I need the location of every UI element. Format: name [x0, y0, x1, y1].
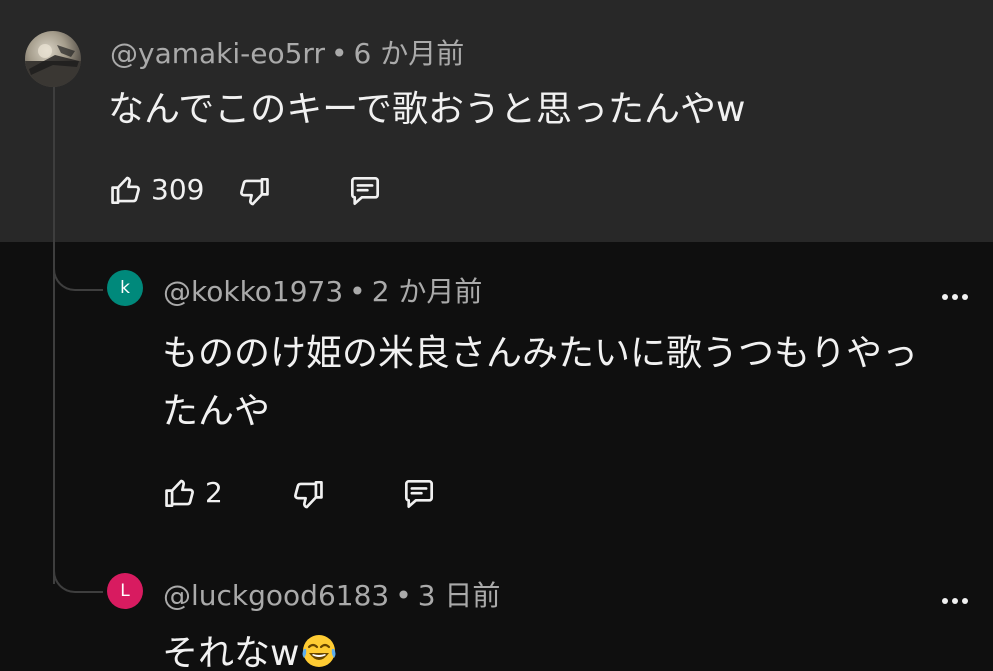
- dot-icon: [962, 598, 968, 604]
- thread-connector: [53, 257, 103, 291]
- thumbs-up-icon: [111, 176, 140, 205]
- reply-meta: @luckgood6183 • 3 日前: [163, 579, 500, 613]
- dislike-button[interactable]: [289, 476, 327, 514]
- avatar[interactable]: [25, 31, 81, 87]
- dot-icon: [962, 294, 968, 300]
- thumbs-down-icon: [294, 480, 323, 509]
- avatar[interactable]: k: [107, 270, 143, 306]
- reply-button[interactable]: [345, 172, 385, 210]
- dot-icon: [952, 294, 958, 300]
- timestamp[interactable]: 3 日前: [418, 579, 501, 612]
- more-options-button[interactable]: [935, 586, 975, 616]
- reply-meta: @kokko1973 • 2 か月前: [163, 275, 482, 309]
- like-count: 309: [151, 173, 205, 206]
- thread-connector: [53, 559, 103, 593]
- author-handle[interactable]: @luckgood6183: [163, 579, 389, 612]
- reply-text: それなw: [162, 626, 337, 671]
- thread-line: [53, 86, 55, 584]
- timestamp[interactable]: 2 か月前: [372, 275, 483, 308]
- like-count: 2: [205, 476, 223, 509]
- separator-dot: •: [395, 579, 412, 612]
- dislike-button[interactable]: [235, 173, 273, 211]
- timestamp[interactable]: 6 か月前: [353, 37, 464, 70]
- separator-dot: •: [330, 37, 348, 70]
- comment-thread: @yamaki-eo5rr • 6 か月前 なんでこのキーで歌おうと思ったんやw 3…: [0, 0, 993, 671]
- more-options-button[interactable]: [935, 282, 975, 312]
- avatar-image: [25, 44, 81, 87]
- thumbs-down-icon: [240, 177, 269, 206]
- dot-icon: [942, 598, 948, 604]
- comment-meta: @yamaki-eo5rr • 6 か月前: [110, 37, 464, 71]
- reply-comment-icon: [404, 479, 434, 509]
- reply-button[interactable]: [399, 475, 439, 513]
- reply-text-content: それなw: [162, 633, 300, 671]
- thumbs-up-icon: [165, 479, 194, 508]
- dot-icon: [942, 294, 948, 300]
- separator-dot: •: [349, 275, 366, 308]
- like-button[interactable]: 309: [107, 171, 204, 209]
- like-button[interactable]: 2: [161, 474, 223, 512]
- reply-comment-icon: [350, 176, 380, 206]
- author-handle[interactable]: @kokko1973: [163, 275, 343, 308]
- avatar[interactable]: L: [107, 573, 143, 609]
- comment-text: なんでこのキーで歌おうと思ったんやw: [108, 89, 746, 130]
- author-handle[interactable]: @yamaki-eo5rr: [110, 37, 325, 70]
- laughing-tears-emoji-icon: [302, 635, 336, 667]
- reply-text-line: たんや: [162, 391, 271, 432]
- dot-icon: [952, 598, 958, 604]
- reply-text-line: もののけ姫の米良さんみたいに歌うつもりやっ: [162, 333, 919, 374]
